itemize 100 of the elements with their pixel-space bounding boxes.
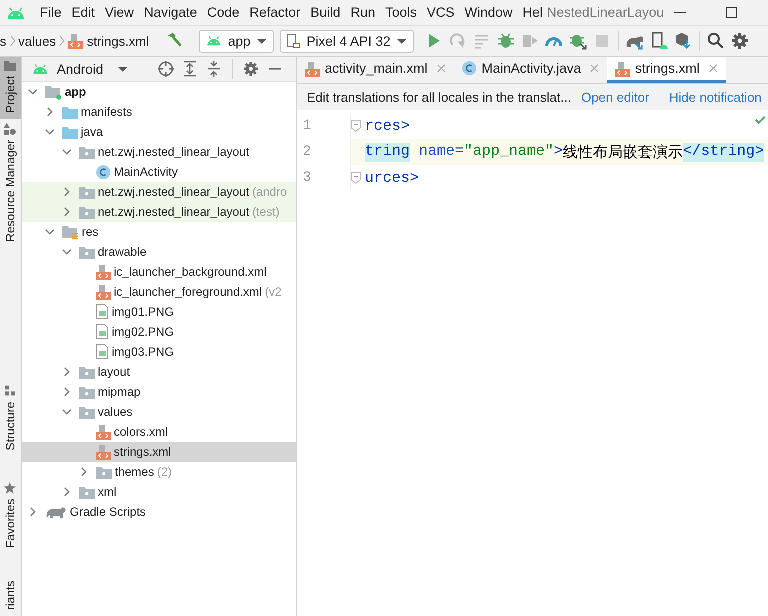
class-icon <box>96 164 111 180</box>
fold-icon[interactable] <box>351 172 361 184</box>
folder-icon <box>62 126 78 138</box>
menu-item[interactable]: View <box>105 3 134 22</box>
xml-file-icon <box>96 284 111 300</box>
xml-file-icon <box>96 424 111 440</box>
tree-item[interactable]: ic_launcher_background.xml <box>22 262 296 282</box>
tree-item[interactable]: app <box>22 82 296 102</box>
menu-item[interactable]: Hel <box>522 3 544 22</box>
bug-arrow-icon[interactable] <box>568 32 587 50</box>
xml-file-icon <box>615 60 630 76</box>
search-icon[interactable] <box>706 32 725 50</box>
notification-link[interactable]: Hide notification <box>669 90 762 104</box>
check-icon <box>755 116 766 125</box>
tool-window-tab[interactable]: Resource Manager <box>0 119 21 248</box>
tree-item[interactable]: strings.xml <box>22 442 296 462</box>
image-file-icon <box>96 324 109 340</box>
structure-icon <box>5 386 16 397</box>
tool-window-tab[interactable]: Structure <box>0 382 21 456</box>
fold-icon[interactable] <box>351 120 361 132</box>
tree-item[interactable]: xml <box>22 482 296 502</box>
folder-icon <box>62 106 78 118</box>
code-line: rces> <box>365 118 410 134</box>
tree-item[interactable]: net.zwj.nested_linear_layout (test) <box>22 202 296 222</box>
xml-file-icon <box>305 60 320 76</box>
tree-item[interactable]: drawable <box>22 242 296 262</box>
editor-tab[interactable]: strings.xml <box>607 57 726 83</box>
line-number: 2 <box>297 139 351 165</box>
breadcrumb[interactable]: strings.xml <box>68 33 150 49</box>
tool-window-tab[interactable]: riants <box>0 576 21 616</box>
tree-item[interactable]: net.zwj.nested_linear_layout <box>22 142 296 162</box>
folder-icon <box>79 386 95 398</box>
chevron-icon <box>59 35 66 47</box>
tree-item[interactable]: layout <box>22 362 296 382</box>
menu-item[interactable]: Navigate <box>144 3 198 22</box>
tool-window-tab[interactable]: Favorites <box>0 478 21 555</box>
tree-item[interactable]: img01.PNG <box>22 302 296 322</box>
menu-item[interactable]: Code <box>207 3 240 22</box>
chevron-icon <box>10 35 16 47</box>
tree-item[interactable]: img02.PNG <box>22 322 296 342</box>
editor-tab[interactable]: activity_main.xml <box>297 57 454 83</box>
xml-file-icon <box>96 444 111 460</box>
window-title: NestedLinearLayou <box>547 5 664 20</box>
tree-item[interactable]: manifests <box>22 102 296 122</box>
tree-item[interactable]: colors.xml <box>22 422 296 442</box>
menu-item[interactable]: Run <box>350 3 376 22</box>
elephant-icon <box>45 505 67 519</box>
tree-item[interactable]: ic_launcher_foreground.xml (v2 <box>22 282 296 302</box>
shapes-icon <box>4 123 16 136</box>
tree-item[interactable]: net.zwj.nested_linear_layout (andro <box>22 182 296 202</box>
crosshair-icon[interactable] <box>156 60 175 78</box>
resource-folder-icon <box>62 224 79 240</box>
tree-item[interactable]: Gradle Scripts <box>22 502 296 522</box>
tree-item[interactable]: values <box>22 402 296 422</box>
folder-icon <box>4 61 16 71</box>
tree-item[interactable]: mipmap <box>22 382 296 402</box>
menu-item[interactable]: VCS <box>426 3 455 22</box>
folder-icon <box>79 406 95 418</box>
maximize-icon[interactable] <box>726 7 738 18</box>
code-line: tring name="app_name">线性布局嵌套演示</string> <box>365 142 764 162</box>
image-file-icon <box>96 304 109 320</box>
close-icon[interactable] <box>708 64 718 73</box>
menu-item[interactable]: File <box>40 3 62 22</box>
package-arrow-icon[interactable] <box>674 32 692 50</box>
tree-item[interactable]: java <box>22 122 296 142</box>
folder-icon <box>96 466 112 478</box>
folder-icon <box>79 186 95 198</box>
phone-android-icon[interactable] <box>650 32 668 50</box>
breadcrumb[interactable]: values <box>18 34 56 48</box>
menu-item[interactable]: Refactor <box>250 3 301 22</box>
run-config-dropdown[interactable]: app <box>199 30 274 52</box>
chevron-icon[interactable] <box>28 507 38 517</box>
class-icon <box>462 61 477 76</box>
folder-icon <box>79 486 95 498</box>
tree-item[interactable]: themes (2) <box>22 462 296 482</box>
settings-icon[interactable] <box>242 60 260 78</box>
tree-item[interactable]: res <box>22 222 296 242</box>
device-dropdown[interactable]: Pixel 4 API 32 <box>280 30 414 52</box>
bug-icon[interactable] <box>496 32 515 50</box>
menu-item[interactable]: Build <box>310 3 341 22</box>
tree-item[interactable]: MainActivity <box>22 162 296 182</box>
tool-window-tab[interactable]: Project <box>0 57 21 120</box>
folder-icon <box>79 246 95 258</box>
star-icon <box>4 482 16 494</box>
module-folder-icon <box>45 84 62 100</box>
menu-item[interactable]: Window <box>464 3 513 22</box>
menu-item[interactable]: Edit <box>72 3 96 22</box>
menu-item[interactable]: Tools <box>385 3 417 22</box>
phone-icon <box>286 34 301 48</box>
tree-item[interactable]: img03.PNG <box>22 342 296 362</box>
xml-file-icon <box>68 33 84 49</box>
folder-icon <box>79 206 95 218</box>
settings-icon[interactable] <box>730 32 749 50</box>
notification-link[interactable]: Open editor <box>581 90 650 104</box>
android-icon <box>6 6 26 18</box>
folder-icon <box>79 366 95 378</box>
breadcrumb[interactable]: s <box>0 34 6 48</box>
editor-tab[interactable]: MainActivity.java <box>454 57 608 83</box>
minimize-icon[interactable] <box>674 12 686 14</box>
image-file-icon <box>96 344 109 360</box>
